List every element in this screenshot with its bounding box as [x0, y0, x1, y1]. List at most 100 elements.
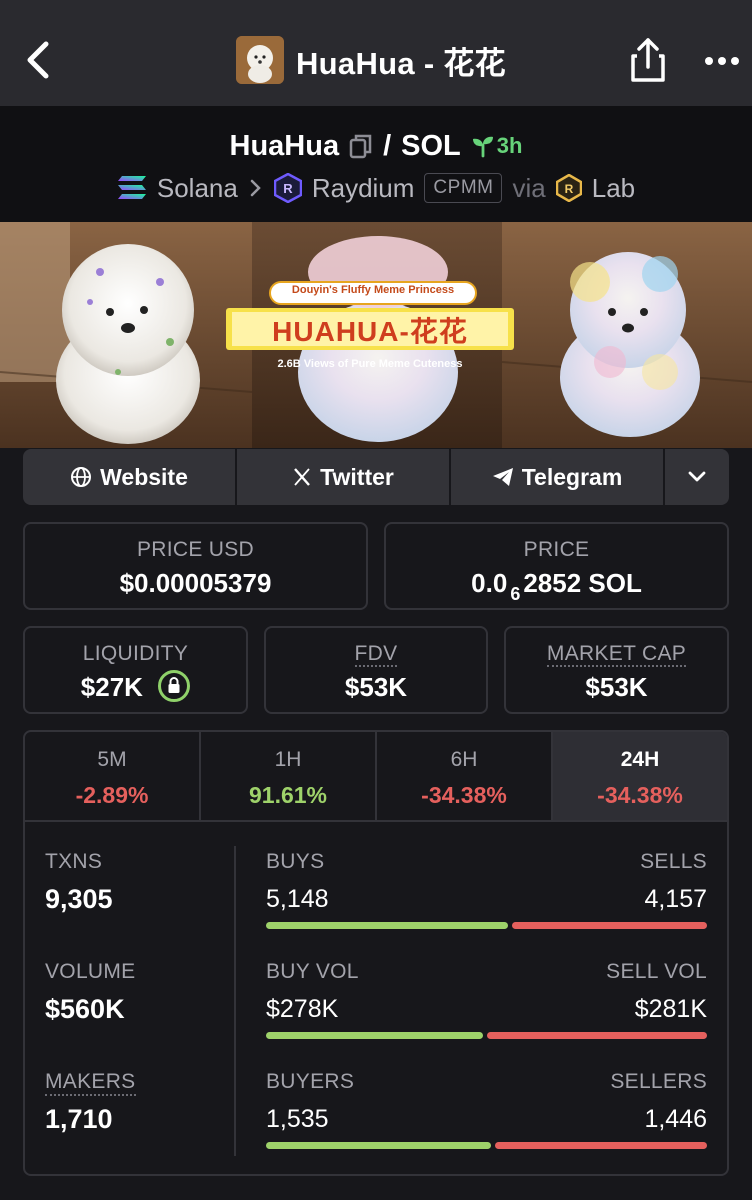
top-nav-bar: HuaHua - 花花 [0, 0, 752, 106]
market-cap-value: $53K [585, 672, 648, 702]
sells-value: 4,157 [644, 885, 707, 913]
price-usd-value: $0.00005379 [119, 568, 272, 598]
price-native-prefix: 0.0 [471, 568, 508, 598]
price-native-zero-count: 6 [510, 584, 521, 604]
fdv-label: FDV [354, 642, 398, 667]
liquidity-label: LIQUIDITY [82, 642, 189, 665]
tab-1h-change: 91.61% [248, 782, 327, 808]
tab-6h[interactable]: 6H -34.38% [377, 732, 553, 820]
token-title-group: HuaHua - 花花 [236, 36, 506, 84]
via-source-name[interactable]: Lab [592, 173, 635, 204]
banner-tagline: Douyin's Fluffy Meme Princess [291, 284, 455, 296]
buyers-value: 1,535 [266, 1105, 329, 1133]
twitter-link-button[interactable]: Twitter [237, 449, 449, 505]
chevron-right-icon [250, 179, 261, 197]
dex-name[interactable]: Raydium [312, 173, 415, 204]
pair-separator: / [383, 129, 392, 162]
sellers-bar [495, 1142, 707, 1149]
price-native-box: PRICE 0.0 6 2852 SOL [384, 522, 729, 610]
more-links-button[interactable] [665, 449, 729, 505]
buys-bar [266, 922, 508, 929]
share-button[interactable] [628, 36, 668, 84]
buy-vol-value: $278K [266, 995, 339, 1023]
chevron-left-icon [27, 41, 49, 79]
market-cap-box[interactable]: MARKET CAP $53K [504, 626, 729, 714]
liquidity-value: $27K [80, 672, 143, 702]
price-native-label: PRICE [523, 538, 590, 561]
tab-6h-label: 6H [450, 748, 478, 771]
buyers-bar [266, 1142, 491, 1149]
lab-logo-icon: R [555, 174, 582, 202]
telegram-icon [492, 468, 513, 486]
more-horizontal-icon [705, 57, 739, 65]
price-native-rest: 2852 SOL [523, 568, 642, 598]
website-link-button[interactable]: Website [23, 449, 235, 505]
tab-1h[interactable]: 1H 91.61% [201, 732, 377, 820]
back-button[interactable] [22, 38, 56, 82]
website-link-label: Website [100, 463, 188, 490]
chevron-down-icon [688, 471, 706, 482]
globe-icon [71, 467, 92, 487]
copy-icon[interactable] [349, 133, 373, 159]
liquidity-lock-icon[interactable] [158, 670, 191, 703]
tab-24h-label: 24H [620, 748, 660, 771]
token-avatar [236, 36, 284, 84]
chain-name[interactable]: Solana [157, 173, 238, 204]
share-icon [631, 38, 665, 82]
buy-vol-bar [266, 1032, 483, 1039]
raydium-logo-icon: R [273, 173, 302, 203]
pair-line: HuaHua / SOL 3h [0, 124, 752, 168]
sells-bar [512, 922, 707, 929]
sellers-value: 1,446 [644, 1105, 707, 1133]
price-usd-label: PRICE USD [136, 538, 255, 561]
banner-subtitle: 2.6B Views of Pure Meme Cuteness [277, 358, 463, 370]
txns-value: 9,305 [45, 884, 113, 914]
volume-value: $560K [45, 994, 125, 1024]
tab-6h-change: -34.38% [421, 782, 507, 808]
fdv-box[interactable]: FDV $53K [264, 626, 488, 714]
sprout-icon [472, 136, 493, 158]
banner-logo-text: HUAHUA-花花 [272, 316, 468, 347]
sell-vol-value: $281K [634, 995, 707, 1023]
pair-age-badge: 3h [471, 133, 522, 159]
price-usd-box: PRICE USD $0.00005379 [23, 522, 368, 610]
telegram-link-label: Telegram [521, 463, 623, 490]
buy-vol-label: BUY VOL [266, 960, 359, 983]
x-twitter-icon [294, 468, 311, 486]
tab-5m-change: -2.89% [75, 782, 149, 808]
liquidity-box: LIQUIDITY $27K [23, 626, 248, 714]
timeframe-tabs: 5M -2.89% 1H 91.61% 6H -34.38% 24H -34.3… [25, 732, 727, 822]
tab-5m-label: 5M [97, 748, 127, 771]
tab-5m[interactable]: 5M -2.89% [25, 732, 201, 820]
tab-24h[interactable]: 24H -34.38% [553, 732, 727, 820]
makers-label[interactable]: MAKERS [45, 1070, 136, 1096]
sellers-label: SELLERS [610, 1070, 707, 1093]
liquidity-value-row: $27K [25, 670, 246, 705]
more-options-button[interactable] [702, 46, 742, 76]
price-native-value: 0.0 6 2852 SOL [386, 568, 727, 604]
buyers-label: BUYERS [266, 1070, 355, 1093]
base-token-symbol: HuaHua [229, 129, 340, 162]
telegram-link-button[interactable]: Telegram [451, 449, 663, 505]
solana-logo-icon [117, 176, 146, 199]
twitter-link-label: Twitter [320, 463, 394, 490]
pair-header: HuaHua / SOL 3h Solana R Raydium CPMM vi… [0, 106, 752, 222]
market-cap-label: MARKET CAP [546, 642, 687, 667]
volume-label: VOLUME [45, 960, 136, 983]
svg-text:R: R [564, 182, 573, 196]
buys-label: BUYS [266, 850, 325, 873]
social-links-row: Website Twitter Telegram [23, 449, 729, 505]
tab-1h-label: 1H [274, 748, 302, 771]
token-banner-image: Douyin's Fluffy Meme Princess HUAHUA-花花 … [0, 222, 752, 448]
svg-text:R: R [283, 181, 293, 196]
tab-24h-change: -34.38% [597, 782, 683, 808]
sell-vol-bar [487, 1032, 707, 1039]
route-line: Solana R Raydium CPMM via R Lab [0, 166, 752, 210]
via-text: via [512, 172, 546, 203]
sells-label: SELLS [640, 850, 707, 873]
token-title: HuaHua - 花花 [296, 45, 506, 81]
buys-value: 5,148 [266, 885, 329, 913]
pool-type-chip: CPMM [424, 173, 503, 203]
activity-panel: 5M -2.89% 1H 91.61% 6H -34.38% 24H -34.3… [23, 730, 729, 1176]
makers-value: 1,710 [45, 1104, 113, 1134]
